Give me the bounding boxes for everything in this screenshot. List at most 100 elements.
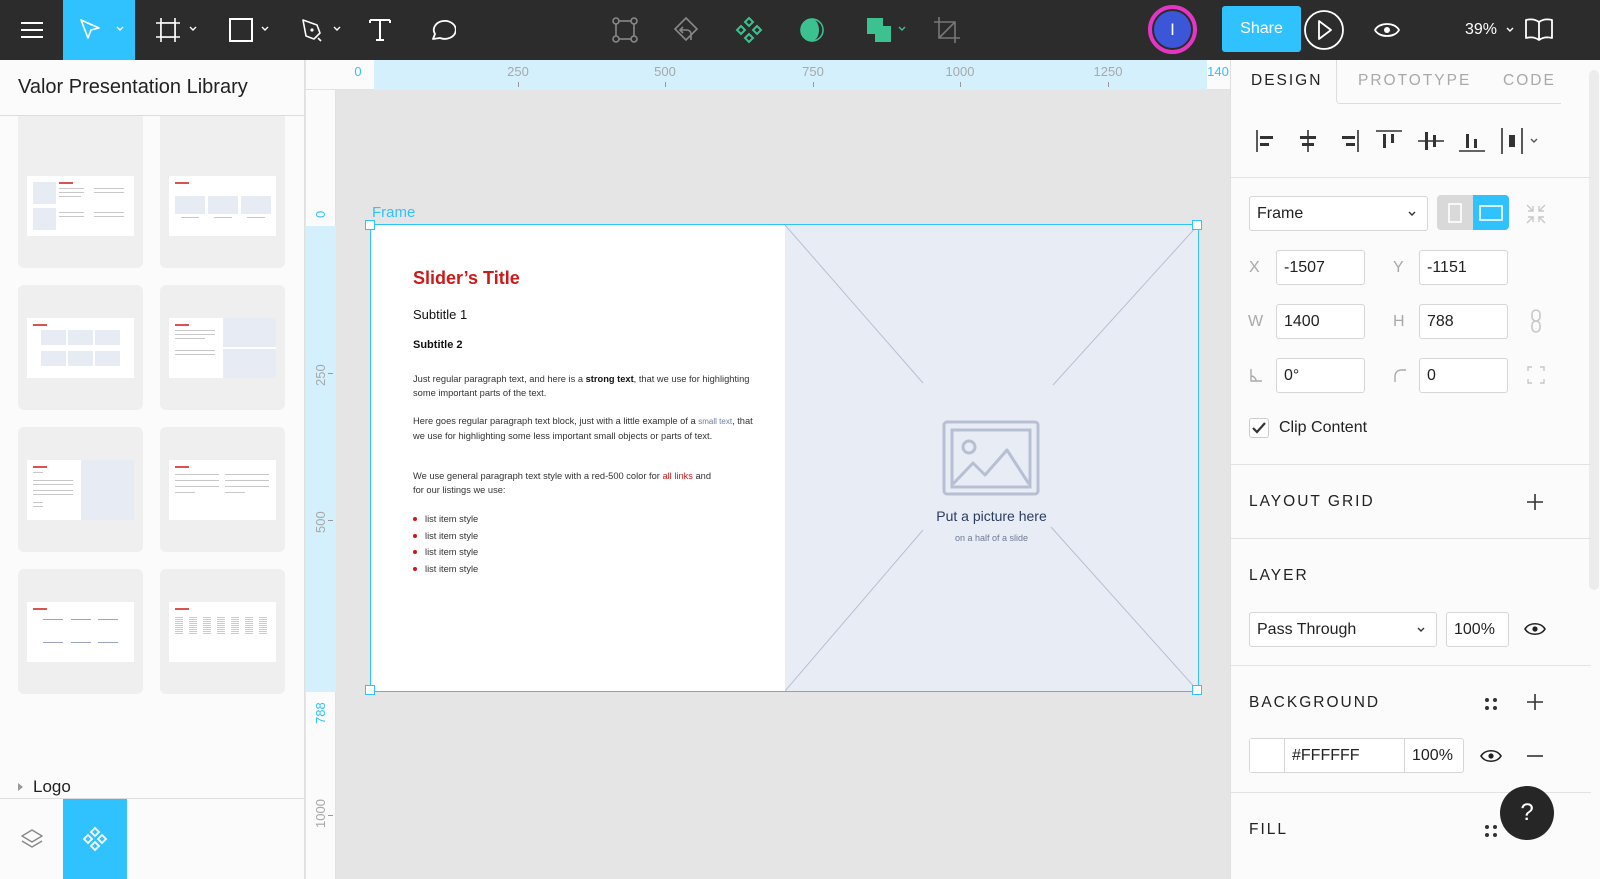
chevron-down-icon xyxy=(116,26,124,31)
ruler-label: 1000 xyxy=(313,799,328,828)
y-input[interactable]: -1151 xyxy=(1419,250,1508,285)
horizontal-ruler: 0 250 500 750 1000 1250 140 xyxy=(306,60,1230,90)
tab-prototype[interactable]: PROTOTYPE xyxy=(1358,72,1471,90)
independent-corners-button[interactable] xyxy=(1526,365,1546,385)
fill-styles-button[interactable] xyxy=(1479,819,1503,843)
create-component-button[interactable] xyxy=(729,0,769,60)
align-left-button[interactable] xyxy=(1251,126,1281,156)
add-layout-grid-button[interactable] xyxy=(1523,490,1547,514)
move-tool-button[interactable] xyxy=(63,0,135,60)
components-tab[interactable] xyxy=(63,799,127,879)
thumbnail-six-image-grid[interactable] xyxy=(18,285,143,410)
clip-content-checkbox[interactable] xyxy=(1249,418,1269,438)
ruler-tick xyxy=(665,82,666,87)
rectangle-tool-button[interactable] xyxy=(220,0,275,60)
text-tool-button[interactable] xyxy=(360,0,400,60)
user-avatar[interactable]: I xyxy=(1148,5,1197,54)
crop-button[interactable] xyxy=(927,0,967,60)
library-button[interactable] xyxy=(1522,0,1556,60)
tree-item-logo[interactable]: Logo xyxy=(18,777,71,797)
thumbnail-preview xyxy=(169,602,276,662)
list-item: list item style xyxy=(413,561,478,578)
ruler-label: 250 xyxy=(313,364,328,386)
align-bottom-button[interactable] xyxy=(1457,126,1487,156)
thumbnail-six-captions[interactable] xyxy=(18,569,143,694)
resize-handle-top-right[interactable] xyxy=(1192,220,1202,230)
frame-tool-button[interactable] xyxy=(145,0,205,60)
view-button[interactable] xyxy=(1372,0,1402,60)
tab-code[interactable]: CODE xyxy=(1503,72,1556,90)
width-input[interactable]: 1400 xyxy=(1276,304,1365,339)
share-button[interactable]: Share xyxy=(1222,6,1301,52)
thumbnail-table[interactable] xyxy=(160,569,285,694)
align-top-button[interactable] xyxy=(1374,126,1404,156)
background-visibility-toggle[interactable] xyxy=(1478,744,1504,768)
distribute-button[interactable] xyxy=(1497,126,1527,156)
align-right-button[interactable] xyxy=(1334,126,1364,156)
resize-handle-bottom-left[interactable] xyxy=(365,685,375,695)
comment-tool-button[interactable] xyxy=(422,0,462,60)
thumbnails-list[interactable]: Logo xyxy=(0,116,304,875)
thumbnail-three-images[interactable] xyxy=(160,143,285,268)
play-icon xyxy=(1304,10,1344,50)
panel-scrollbar[interactable] xyxy=(1589,70,1599,590)
slide-frame[interactable]: Slider’s Title Subtitle 1 Subtitle 2 Jus… xyxy=(371,225,1198,691)
align-middle-button[interactable] xyxy=(1416,126,1446,156)
corner-radius-input[interactable]: 0 xyxy=(1419,358,1508,393)
present-button[interactable] xyxy=(1302,0,1346,60)
list-item: list item style xyxy=(413,528,478,545)
pen-tool-button[interactable] xyxy=(292,0,347,60)
background-styles-button[interactable] xyxy=(1479,692,1503,716)
resize-handle-top-left[interactable] xyxy=(365,220,375,230)
frame-preset-select[interactable]: Frame xyxy=(1249,196,1428,231)
slide-bullet-list: list item style list item style list ite… xyxy=(413,511,478,577)
x-input[interactable]: -1507 xyxy=(1276,250,1365,285)
boolean-revert-button[interactable] xyxy=(666,0,706,60)
help-button[interactable]: ? xyxy=(1500,786,1554,840)
ruler-label: 788 xyxy=(313,702,328,724)
boolean-union-button[interactable] xyxy=(858,0,913,60)
resize-handle-bottom-right[interactable] xyxy=(1192,685,1202,695)
layer-visibility-toggle[interactable] xyxy=(1522,617,1548,641)
thumbnail-text-half-picture[interactable] xyxy=(18,427,143,552)
zoom-level: 39% xyxy=(1465,21,1498,38)
thumbnail-text-two-images[interactable] xyxy=(160,285,285,410)
align-center-h-button[interactable] xyxy=(1293,126,1323,156)
thumbnail-two-column-text[interactable] xyxy=(160,427,285,552)
background-title: BACKGROUND xyxy=(1249,694,1381,711)
shrink-arrows-icon xyxy=(1526,204,1546,224)
constrain-proportions-button[interactable] xyxy=(1527,308,1545,334)
main-menu-button[interactable] xyxy=(0,0,63,60)
frame-name-label[interactable]: Frame xyxy=(372,204,415,221)
tab-design[interactable]: DESIGN xyxy=(1251,72,1322,90)
layers-tab[interactable] xyxy=(0,799,64,879)
edit-object-button[interactable] xyxy=(605,0,645,60)
landscape-button[interactable] xyxy=(1473,195,1509,230)
top-toolbar: I Share 39% xyxy=(0,0,1600,60)
x-label: X xyxy=(1249,259,1260,276)
color-swatch[interactable] xyxy=(1250,739,1285,772)
remove-background-button[interactable] xyxy=(1523,744,1547,768)
background-hex-input[interactable]: #FFFFFF xyxy=(1285,739,1405,772)
expand-triangle-icon[interactable] xyxy=(18,783,23,791)
layer-opacity-input[interactable]: 100% xyxy=(1446,612,1509,647)
portrait-button[interactable] xyxy=(1437,195,1473,230)
diamond-undo-icon xyxy=(673,16,699,42)
fill-title: FILL xyxy=(1249,821,1289,838)
ruler-tick xyxy=(1108,82,1109,87)
orientation-toggle xyxy=(1437,195,1509,230)
styles-dots-icon xyxy=(1485,698,1497,710)
background-opacity-input[interactable]: 100% xyxy=(1405,747,1453,765)
rotation-input[interactable]: 0° xyxy=(1276,358,1365,393)
zoom-dropdown[interactable]: 39% xyxy=(1465,0,1515,60)
ruler-label: 1000 xyxy=(945,64,975,79)
resize-to-fit-button[interactable] xyxy=(1524,202,1548,226)
blend-mode-select[interactable]: Pass Through xyxy=(1249,612,1437,647)
thumbnail-two-column-images[interactable] xyxy=(18,143,143,268)
add-background-button[interactable] xyxy=(1523,690,1547,714)
more-align-dropdown[interactable] xyxy=(1526,126,1542,156)
mask-button[interactable] xyxy=(792,0,832,60)
thumbnail-preview xyxy=(27,460,134,520)
component-icon xyxy=(735,16,763,44)
height-input[interactable]: 788 xyxy=(1419,304,1508,339)
